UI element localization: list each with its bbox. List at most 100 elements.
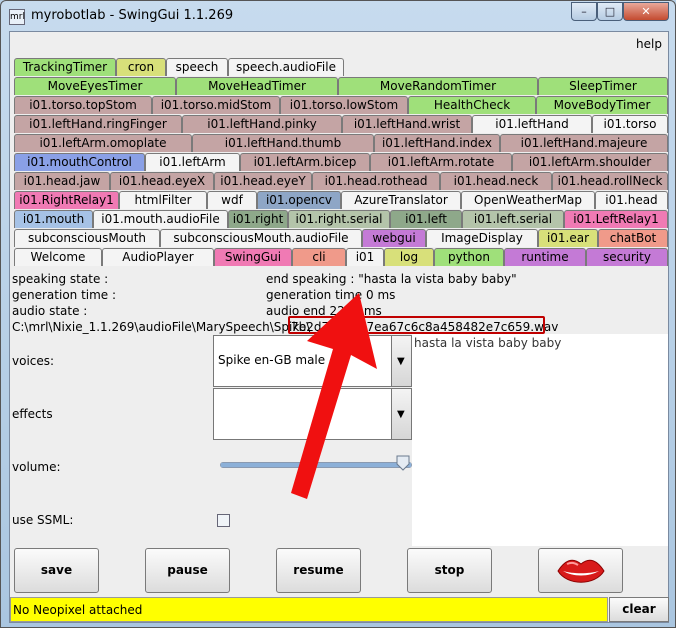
tab-i01-head-jaw[interactable]: i01.head.jaw: [14, 172, 110, 190]
tab-i01-lefthand-majeure[interactable]: i01.leftHand.majeure: [500, 134, 668, 152]
tab-i01-opencv[interactable]: i01.opencv: [257, 191, 341, 209]
tab-i01-leftarm-bicep[interactable]: i01.leftArm.bicep: [240, 153, 370, 171]
tab-i01-head-rollneck[interactable]: i01.head.rollNeck: [552, 172, 668, 190]
tab-moverandomtimer[interactable]: MoveRandomTimer: [338, 77, 538, 95]
tab-i01-leftarm-omoplate[interactable]: i01.leftArm.omoplate: [14, 134, 192, 152]
voices-label: voices:: [12, 354, 55, 368]
tab-i01[interactable]: i01: [346, 248, 384, 266]
volume-slider-thumb[interactable]: [396, 455, 410, 471]
tab-runtime[interactable]: runtime: [504, 248, 586, 266]
tab-cli[interactable]: cli: [292, 248, 346, 266]
volume-label: volume:: [12, 460, 61, 474]
tab-row: i01.RightRelay1 htmlFilter wdf i01.opencv Az…: [14, 191, 668, 209]
tab-i01-right-serial[interactable]: i01.right.serial: [288, 210, 390, 228]
tab-i01-rightrelay1[interactable]: i01.RightRelay1: [14, 191, 119, 209]
tab-wdf[interactable]: wdf: [207, 191, 257, 209]
tab-htmlfilter[interactable]: htmlFilter: [119, 191, 207, 209]
tab-i01-left-serial[interactable]: i01.left.serial: [462, 210, 564, 228]
mouth-button[interactable]: [538, 548, 623, 593]
tab-cron[interactable]: cron: [116, 58, 166, 76]
clear-button[interactable]: clear: [609, 597, 669, 622]
tab-healthcheck[interactable]: HealthCheck: [408, 96, 536, 114]
tab-i01-mouth[interactable]: i01.mouth: [14, 210, 93, 228]
speech-text-area[interactable]: hasta la vista baby baby: [412, 334, 668, 546]
tab-i01-ear[interactable]: i01.ear: [538, 229, 598, 247]
chevron-down-icon: ▼: [397, 409, 405, 420]
tab-i01-head-eyey[interactable]: i01.head.eyeY: [214, 172, 312, 190]
tab-moveheadtimer[interactable]: MoveHeadTimer: [176, 77, 338, 95]
tab-swinggui[interactable]: SwingGui: [214, 248, 292, 266]
tab-i01-head[interactable]: i01.head: [595, 191, 668, 209]
tab-sleeptimer[interactable]: SleepTimer: [538, 77, 668, 95]
tab-speech-audiofile[interactable]: speech.audioFile: [228, 58, 344, 76]
tab-i01-left[interactable]: i01.left: [390, 210, 462, 228]
tab-i01-lefthand-index[interactable]: i01.leftHand.index: [374, 134, 500, 152]
pause-button[interactable]: pause: [145, 548, 230, 593]
tab-imagedisplay[interactable]: ImageDisplay: [426, 229, 538, 247]
tab-i01-lefthand-pinky[interactable]: i01.leftHand.pinky: [182, 115, 342, 133]
tab-log[interactable]: log: [384, 248, 434, 266]
tab-openweathermap[interactable]: OpenWeatherMap: [461, 191, 595, 209]
generation-time-label: generation time :: [12, 288, 117, 302]
tab-welcome[interactable]: Welcome: [14, 248, 102, 266]
title-bar[interactable]: mrl myrobotlab - SwingGui 1.1.269 – □ ✕: [1, 1, 675, 31]
voices-dropdown-button[interactable]: ▼: [391, 336, 411, 386]
app-icon: mrl: [9, 9, 25, 25]
tab-i01-lefthand-wrist[interactable]: i01.leftHand.wrist: [342, 115, 472, 133]
audio-path-prefix: C:\mrl\Nixie_1.1.269\audioFile\MarySpeec…: [12, 320, 311, 334]
tab-i01-head-neck[interactable]: i01.head.neck: [440, 172, 552, 190]
tab-row: subconsciousMouth subconsciousMouth.audio…: [14, 229, 668, 247]
tab-moveeyestimer[interactable]: MoveEyesTimer: [14, 77, 176, 95]
stop-button[interactable]: stop: [407, 548, 492, 593]
tab-i01-torso-lowstom[interactable]: i01.torso.lowStom: [280, 96, 408, 114]
lips-icon: [556, 559, 605, 583]
tab-i01-mouth-audiofile[interactable]: i01.mouth.audioFile: [93, 210, 228, 228]
tab-row: i01.head.jaw i01.head.eyeX i01.head.eyeY i0…: [14, 172, 668, 190]
save-button[interactable]: save: [14, 548, 99, 593]
tab-i01-mouthcontrol[interactable]: i01.mouthControl: [14, 153, 145, 171]
tab-webgui[interactable]: webgui: [362, 229, 426, 247]
tab-i01-leftarm-rotate[interactable]: i01.leftArm.rotate: [370, 153, 512, 171]
tab-i01-torso[interactable]: i01.torso: [592, 115, 668, 133]
tab-i01-leftarm[interactable]: i01.leftArm: [145, 153, 240, 171]
tab-i01-head-rothead[interactable]: i01.head.rothead: [312, 172, 440, 190]
resume-button[interactable]: resume: [276, 548, 361, 593]
annotation-arrow-icon: [291, 293, 377, 499]
tab-azuretranslator[interactable]: AzureTranslator: [341, 191, 461, 209]
status-text: No Neopixel attached: [13, 603, 143, 617]
speaking-state-label: speaking state :: [12, 272, 109, 286]
tab-i01-lefthand[interactable]: i01.leftHand: [472, 115, 592, 133]
ssml-checkbox[interactable]: [217, 514, 230, 527]
maximize-button[interactable]: □: [597, 2, 623, 21]
tab-speech[interactable]: speech: [166, 58, 228, 76]
tab-subconsciousmouth[interactable]: subconsciousMouth: [14, 229, 160, 247]
tab-i01-leftrelay1[interactable]: i01.LeftRelay1: [564, 210, 668, 228]
tab-row: i01.leftHand.ringFinger i01.leftHand.pink…: [14, 115, 668, 133]
tab-i01-torso-midstom[interactable]: i01.torso.midStom: [152, 96, 280, 114]
tab-i01-lefthand-ringfinger[interactable]: i01.leftHand.ringFinger: [14, 115, 182, 133]
tab-i01-right[interactable]: i01.right: [228, 210, 288, 228]
tab-movebodytimer[interactable]: MoveBodyTimer: [536, 96, 668, 114]
tab-row: i01.mouthControl i01.leftArm i01.leftArm.b…: [14, 153, 668, 171]
tab-row: Welcome AudioPlayer SwingGui cli i01 log pytho…: [14, 248, 668, 266]
tab-audioplayer[interactable]: AudioPlayer: [102, 248, 214, 266]
tab-chatbot[interactable]: chatBot: [598, 229, 668, 247]
tab-row: i01.mouth i01.mouth.audioFile i01.right i01…: [14, 210, 668, 228]
tab-i01-leftarm-shoulder[interactable]: i01.leftArm.shoulder: [512, 153, 668, 171]
tab-i01-lefthand-thumb[interactable]: i01.leftHand.thumb: [192, 134, 374, 152]
tab-i01-torso-topstom[interactable]: i01.torso.topStom: [14, 96, 152, 114]
tab-i01-head-eyex[interactable]: i01.head.eyeX: [110, 172, 214, 190]
effects-dropdown-button[interactable]: ▼: [391, 389, 411, 439]
tab-security[interactable]: security: [586, 248, 668, 266]
audio-state-label: audio state :: [12, 304, 88, 318]
help-menu[interactable]: help: [636, 37, 662, 51]
window-title: myrobotlab - SwingGui 1.1.269: [31, 8, 234, 23]
minimize-button[interactable]: –: [571, 2, 597, 21]
speech-text: hasta la vista baby baby: [414, 336, 562, 350]
status-bar: No Neopixel attached: [10, 597, 608, 622]
tab-row: TrackingTimer cron speech speech.audioFile: [14, 58, 668, 76]
tab-subconsciousmouth-audiofile[interactable]: subconsciousMouth.audioFile: [160, 229, 362, 247]
close-button[interactable]: ✕: [623, 2, 669, 21]
tab-python[interactable]: python: [434, 248, 504, 266]
tab-trackingtimer[interactable]: TrackingTimer: [14, 58, 116, 76]
